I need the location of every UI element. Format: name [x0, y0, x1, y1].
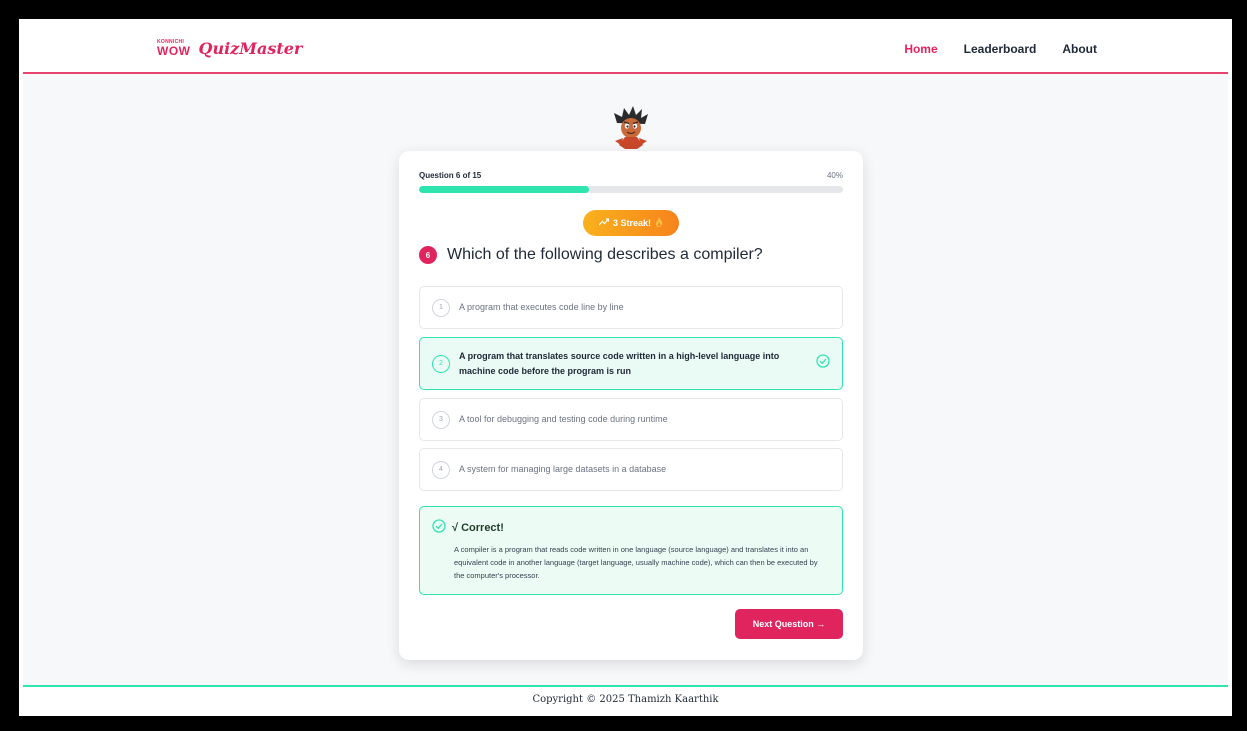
check-circle-icon [816, 354, 830, 373]
progress-header: Question 6 of 15 40% [419, 171, 843, 180]
feedback-explanation: A compiler is a program that reads code … [454, 545, 818, 580]
nav-about[interactable]: About [1062, 42, 1097, 56]
check-circle-icon [432, 519, 446, 536]
question-number-badge: 6 [419, 246, 437, 264]
streak-badge: 3 Streak! [583, 210, 679, 236]
mascot-icon [611, 105, 651, 153]
main-nav: Home Leaderboard About [904, 42, 1097, 56]
top-header: KONNICHI WOW QuizMaster Home Leaderboard… [23, 23, 1228, 74]
option-3[interactable]: 3 A tool for debugging and testing code … [419, 398, 843, 441]
konnichiwow-logo: KONNICHI WOW [157, 40, 191, 58]
nav-leaderboard[interactable]: Leaderboard [964, 42, 1037, 56]
option-number: 4 [432, 460, 450, 479]
feedback-title: √ Correct! [452, 521, 504, 534]
footer: Copyright © 2025 Thamizh Kaarthik [23, 685, 1228, 712]
progress-bar [419, 186, 843, 193]
next-question-button[interactable]: Next Question → [735, 609, 843, 639]
question-text: Which of the following describes a compi… [447, 246, 763, 263]
option-1[interactable]: 1 A program that executes code line by l… [419, 286, 843, 329]
feedback-header: √ Correct! [432, 519, 830, 536]
trending-up-icon [598, 218, 610, 228]
option-text: A program that translates source code wr… [459, 350, 780, 376]
fire-icon [655, 217, 663, 229]
question-counter: Question 6 of 15 [419, 171, 482, 180]
option-number: 3 [432, 410, 450, 429]
browser-frame: KONNICHI WOW QuizMaster Home Leaderboard… [17, 17, 1234, 718]
option-text: A system for managing large datasets in … [459, 464, 667, 474]
brand[interactable]: KONNICHI WOW QuizMaster [157, 39, 302, 58]
brand-name: QuizMaster [198, 39, 303, 58]
option-number: 2 [432, 354, 450, 373]
logo-big-text: WOW [157, 44, 191, 58]
option-2[interactable]: 2 A program that translates source code … [419, 337, 843, 390]
progress-percent: 40% [826, 171, 843, 180]
feedback-panel: √ Correct! A compiler is a program that … [419, 506, 843, 595]
page-viewport: KONNICHI WOW QuizMaster Home Leaderboard… [23, 23, 1228, 712]
option-number: 1 [432, 298, 450, 317]
copyright-text: Copyright © 2025 Thamizh Kaarthik [532, 694, 719, 705]
nav-home[interactable]: Home [904, 42, 937, 56]
progress-bar-fill [419, 186, 589, 193]
option-4[interactable]: 4 A system for managing large datasets i… [419, 448, 843, 491]
quiz-card: Question 6 of 15 40% 3 Streak! 6 Which o… [399, 151, 863, 660]
option-text: A tool for debugging and testing code du… [459, 414, 668, 424]
streak-label: 3 Streak! [612, 218, 652, 228]
option-text: A program that executes code line by lin… [459, 302, 624, 312]
question: 6 Which of the following describes a com… [419, 246, 843, 264]
